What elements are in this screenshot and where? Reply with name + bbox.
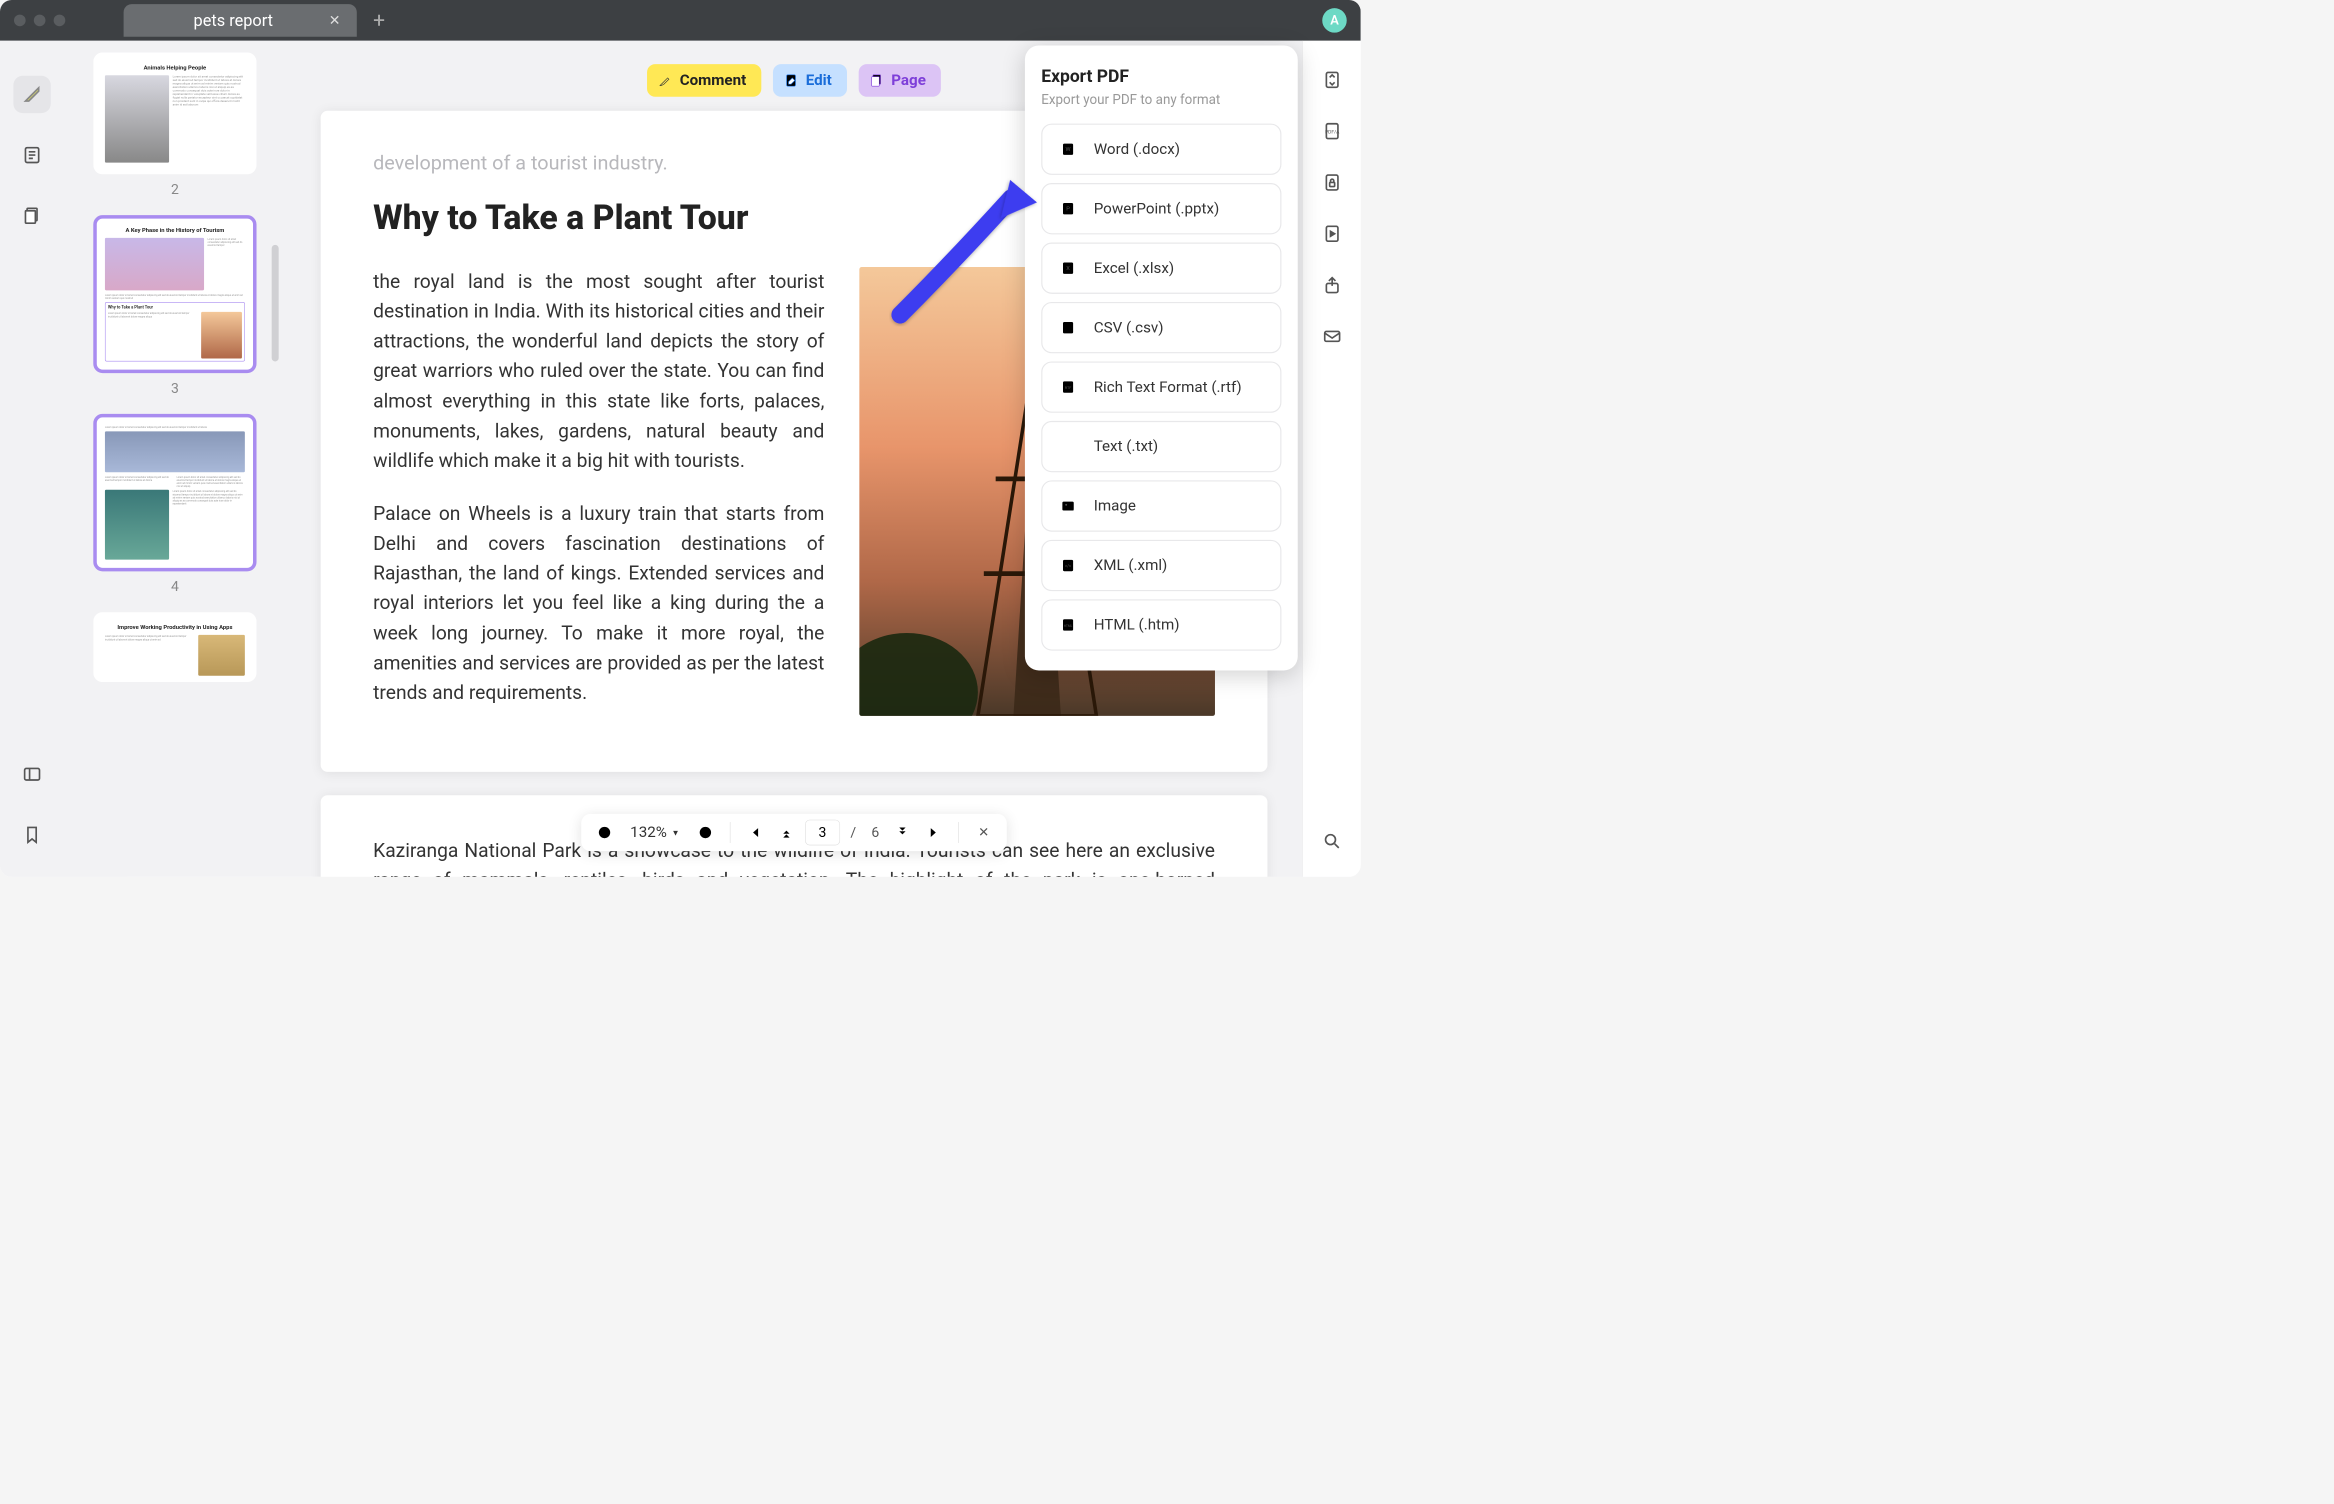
export-xml[interactable]: </> XML (.xml) (1041, 540, 1281, 591)
outline-tool[interactable] (13, 136, 50, 173)
thumbnail-number: 4 (93, 579, 256, 595)
zoom-out-button[interactable] (592, 820, 618, 846)
user-avatar[interactable]: A (1322, 8, 1346, 32)
zoom-dropdown[interactable]: 132% ▼ (623, 824, 686, 841)
right-rail: PDF/A (1302, 41, 1360, 877)
thumbnail-number: 2 (93, 181, 256, 197)
first-page-button[interactable] (742, 820, 768, 846)
total-pages: 6 (867, 824, 884, 840)
thumbnail-sidebar: Animals Helping People Lorem ipsum dolor… (64, 41, 286, 877)
image-icon (1058, 496, 1079, 517)
new-tab-button[interactable]: + (373, 8, 385, 32)
avatar-letter: A (1330, 13, 1339, 28)
export-html[interactable]: HTML HTML (.htm) (1041, 599, 1281, 650)
page-number-input[interactable] (805, 820, 840, 846)
comment-button[interactable]: Comment (647, 64, 761, 97)
csv-icon (1058, 317, 1079, 338)
page-button[interactable]: Page (859, 64, 941, 97)
thumbnail-scrollbar[interactable] (272, 245, 279, 362)
thumbnail-item[interactable]: Improve Working Productivity in Using Ap… (93, 612, 256, 682)
tab-title: pets report (194, 11, 273, 30)
svg-text:RTF: RTF (1065, 385, 1072, 390)
edit-label: Edit (806, 72, 832, 89)
svg-text:X: X (1066, 266, 1070, 272)
close-window[interactable] (14, 15, 26, 27)
close-bar-button[interactable]: ✕ (971, 820, 997, 846)
body-text: the royal land is the most sought after … (373, 267, 824, 731)
export-powerpoint[interactable]: P PowerPoint (.pptx) (1041, 183, 1281, 234)
svg-text:HTML: HTML (1064, 624, 1073, 628)
floating-toolbar: Comment Edit Page (647, 64, 941, 97)
svg-text:PDF/A: PDF/A (1325, 130, 1340, 136)
excel-icon: X (1058, 258, 1079, 279)
export-image[interactable]: Image (1041, 480, 1281, 531)
word-icon: W (1058, 139, 1079, 160)
play-icon[interactable] (1322, 224, 1342, 246)
prev-page-button[interactable] (773, 820, 799, 846)
html-icon: HTML (1058, 614, 1079, 635)
left-rail (0, 41, 64, 877)
page-separator: / (846, 824, 861, 840)
svg-text:</>: </> (1065, 563, 1072, 569)
thumbnail-item[interactable]: A Key Phase in the History of Tourism Lo… (93, 215, 256, 397)
mail-icon[interactable] (1322, 326, 1342, 348)
maximize-window[interactable] (54, 15, 66, 27)
xml-icon: </> (1058, 555, 1079, 576)
export-rtf[interactable]: RTF Rich Text Format (.rtf) (1041, 361, 1281, 412)
export-txt[interactable]: Text (.txt) (1041, 421, 1281, 472)
last-page-button[interactable] (921, 820, 947, 846)
bookmark-tool[interactable] (13, 816, 50, 853)
comment-label: Comment (680, 72, 747, 89)
next-page-button[interactable] (890, 820, 916, 846)
svg-text:P: P (1066, 207, 1070, 213)
export-word[interactable]: W Word (.docx) (1041, 124, 1281, 175)
highlighter-tool[interactable] (13, 76, 50, 113)
thumbnail-item[interactable]: Animals Helping People Lorem ipsum dolor… (93, 52, 256, 197)
bottom-nav-bar: 132% ▼ / 6 (581, 814, 1007, 851)
minimize-window[interactable] (34, 15, 46, 27)
rtf-icon: RTF (1058, 377, 1079, 398)
document-tab[interactable]: pets report ✕ (124, 4, 357, 37)
zoom-in-button[interactable] (692, 820, 718, 846)
pages-tool[interactable] (13, 197, 50, 234)
convert-icon[interactable] (1322, 70, 1342, 92)
search-icon[interactable] (1322, 831, 1342, 853)
export-subtitle: Export your PDF to any format (1041, 92, 1281, 108)
export-csv[interactable]: CSV (.csv) (1041, 302, 1281, 353)
export-panel: Export PDF Export your PDF to any format… (1025, 45, 1298, 670)
lock-icon[interactable] (1322, 173, 1342, 195)
app-window: pets report ✕ + A (0, 0, 1361, 877)
pdfa-icon[interactable]: PDF/A (1322, 121, 1342, 143)
close-tab-icon[interactable]: ✕ (329, 12, 341, 28)
thumbnail-item[interactable]: Lorem ipsum dolor sit amet consectetur a… (93, 414, 256, 595)
txt-icon (1058, 436, 1079, 457)
svg-text:W: W (1066, 147, 1071, 153)
traffic-lights (14, 15, 65, 27)
page-label: Page (891, 72, 926, 89)
export-excel[interactable]: X Excel (.xlsx) (1041, 243, 1281, 294)
powerpoint-icon: P (1058, 198, 1079, 219)
edit-button[interactable]: Edit (773, 64, 847, 97)
share-icon[interactable] (1322, 275, 1342, 297)
panel-toggle[interactable] (13, 756, 50, 793)
export-title: Export PDF (1041, 66, 1281, 86)
thumbnail-number: 3 (93, 380, 256, 396)
titlebar: pets report ✕ + A (0, 0, 1361, 41)
